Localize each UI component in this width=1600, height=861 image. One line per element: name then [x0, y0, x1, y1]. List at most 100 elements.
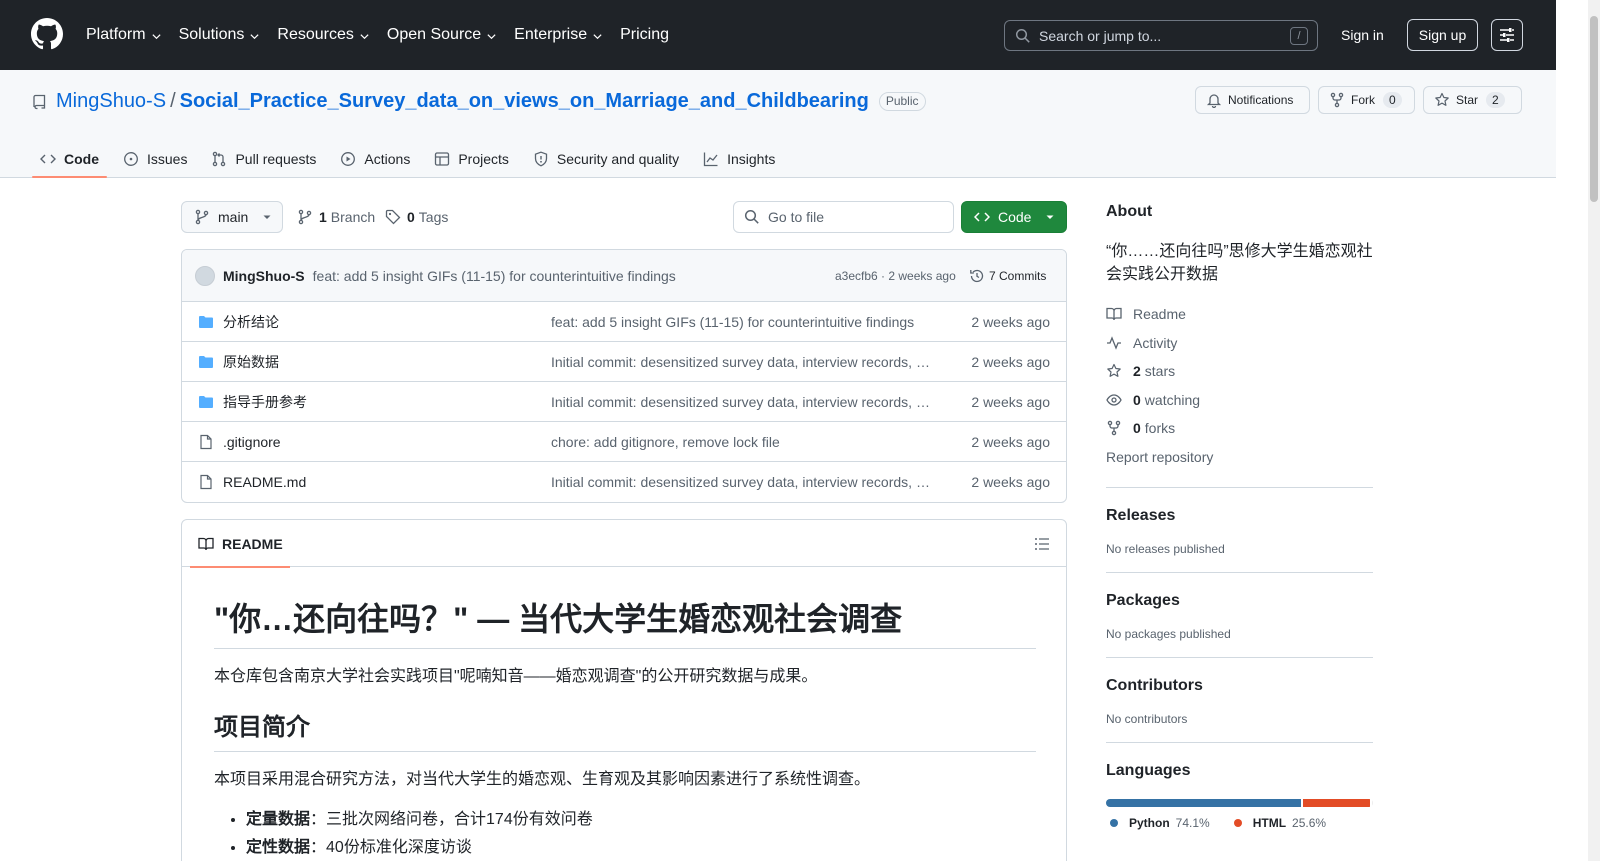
- language-item[interactable]: HTML 25.6%: [1233, 816, 1326, 830]
- file-name-link[interactable]: 指导手册参考: [223, 392, 307, 412]
- readme-tab[interactable]: README: [190, 520, 290, 568]
- file-commit-time: 2 weeks ago: [971, 353, 1050, 370]
- file-name-link[interactable]: README.md: [223, 474, 306, 490]
- go-to-file-placeholder: Go to file: [768, 209, 825, 225]
- file-commit-message[interactable]: Initial commit: desensitized survey data…: [551, 354, 936, 370]
- readme-section-text: 本项目采用混合研究方法，对当代大学生的婚恋观、生育观及其影响因素进行了系统性调查…: [214, 771, 871, 788]
- contributors-heading[interactable]: Contributors: [1106, 674, 1373, 698]
- commit-message[interactable]: feat: add 5 insight GIFs (11-15) for cou…: [313, 268, 676, 284]
- git-branch-icon: [195, 209, 209, 225]
- stars-link[interactable]: 2 stars: [1106, 357, 1373, 386]
- table-icon: [435, 152, 450, 166]
- list-item: 定量数据：三批次网络问卷，合计174份有效问卷: [246, 808, 1036, 832]
- file-name-link[interactable]: 分析结论: [223, 312, 279, 332]
- github-logo-icon[interactable]: [31, 18, 63, 50]
- file-commit-message[interactable]: Initial commit: desensitized survey data…: [551, 474, 936, 490]
- about-heading: About: [1106, 203, 1153, 220]
- readme-panel: README "你…还向往吗？" — 当代大学生婚恋观社会调查 本仓库包含南京大…: [181, 519, 1067, 861]
- chevron-down-icon: [250, 33, 259, 39]
- branch-count: 1: [319, 209, 327, 225]
- readme-content: "你…还向往吗？" — 当代大学生婚恋观社会调查 本仓库包含南京大学社会实践项目…: [214, 600, 1036, 861]
- commit-hash-time[interactable]: a3ecfb6 · 2 weeks ago: [835, 269, 956, 283]
- repo-name-link[interactable]: Social_Practice_Survey_data_on_views_on_…: [180, 90, 869, 113]
- nav-pricing[interactable]: Pricing: [620, 24, 669, 46]
- file-commit-message[interactable]: Initial commit: desensitized survey data…: [551, 394, 936, 410]
- scrollbar-thumb[interactable]: [1590, 16, 1598, 202]
- nav-resources[interactable]: Resources: [277, 24, 369, 46]
- code-button[interactable]: Code: [961, 201, 1067, 233]
- language-name: Python: [1129, 816, 1170, 830]
- nav-label: Open Source: [386, 26, 482, 43]
- notifications-button[interactable]: Notifications: [1195, 86, 1310, 114]
- avatar[interactable]: [195, 265, 215, 286]
- languages-section: Languages Python 74.1% HTML 25.6%: [1106, 742, 1373, 830]
- search-input[interactable]: Search or jump to... /: [1004, 20, 1318, 51]
- activity-link[interactable]: Activity: [1106, 329, 1373, 358]
- repo-description: “你……还向往吗”思修大学生婚恋观社会实践公开数据: [1106, 243, 1373, 283]
- file-commit-time: 2 weeks ago: [971, 313, 1050, 330]
- go-to-file-input[interactable]: Go to file: [733, 201, 954, 233]
- file-name-link[interactable]: 原始数据: [223, 352, 279, 372]
- file-row[interactable]: 指导手册参考 Initial commit: desensitized surve…: [182, 382, 1066, 422]
- sign-in-link[interactable]: Sign in: [1327, 19, 1398, 51]
- star-icon: [1435, 92, 1449, 106]
- branch-select[interactable]: main: [181, 201, 283, 233]
- git-pull-request-icon: [213, 151, 226, 167]
- tab-issues[interactable]: Issues: [115, 142, 195, 176]
- book-icon: [1106, 308, 1122, 321]
- commits-count: 7 Commits: [989, 268, 1047, 283]
- file-row[interactable]: 原始数据 Initial commit: desensitized survey …: [182, 342, 1066, 382]
- file-row[interactable]: README.md Initial commit: desensitized su…: [182, 462, 1066, 502]
- tab-label: Issues: [147, 151, 188, 167]
- tab-label: Actions: [364, 151, 411, 167]
- releases-empty: No releases published: [1106, 542, 1225, 556]
- repo-icon: [33, 94, 46, 109]
- list-unordered-icon[interactable]: [1034, 536, 1050, 552]
- nav-platform[interactable]: Platform: [86, 24, 162, 46]
- tab-insights[interactable]: Insights: [695, 142, 783, 176]
- star-button[interactable]: Star 2: [1423, 86, 1522, 114]
- star-label: Star: [1456, 93, 1479, 107]
- tab-projects[interactable]: Projects: [426, 142, 517, 176]
- chevron-down-icon: [593, 33, 602, 39]
- repo-owner-link[interactable]: MingShuo-S: [56, 90, 166, 113]
- page-scrollbar[interactable]: [1588, 0, 1600, 861]
- tab-pull-requests[interactable]: Pull requests: [203, 142, 324, 176]
- file-name-link[interactable]: .gitignore: [223, 434, 281, 450]
- repo-tabs: Code Issues Pull requests Actions Projec…: [32, 142, 791, 178]
- packages-heading[interactable]: Packages: [1106, 589, 1373, 613]
- file-row[interactable]: 分析结论 feat: add 5 insight GIFs (11-15) for…: [182, 302, 1066, 342]
- file-commit-message[interactable]: feat: add 5 insight GIFs (11-15) for cou…: [551, 314, 936, 330]
- branch-name: main: [218, 209, 249, 225]
- watching-link[interactable]: 0 watching: [1106, 386, 1373, 415]
- fork-button[interactable]: Fork 0: [1318, 86, 1415, 114]
- nav-enterprise[interactable]: Enterprise: [514, 24, 603, 46]
- commit-author[interactable]: MingShuo-S: [223, 268, 305, 284]
- git-branch-icon: [298, 209, 312, 225]
- releases-heading[interactable]: Releases: [1106, 504, 1373, 528]
- branches-link[interactable]: 1 Branch: [297, 209, 375, 225]
- search-placeholder: Search or jump to...: [1039, 27, 1162, 44]
- commits-link[interactable]: 7 Commits: [969, 268, 1046, 284]
- search-icon: [744, 209, 759, 224]
- tab-code[interactable]: Code: [32, 142, 107, 178]
- search-shortcut-key: /: [1290, 27, 1308, 45]
- language-item[interactable]: Python 74.1%: [1110, 816, 1210, 830]
- tags-link[interactable]: 0 Tags: [385, 209, 448, 225]
- nav-solutions[interactable]: Solutions: [179, 24, 261, 46]
- tag-label: Tags: [418, 209, 449, 225]
- tab-security[interactable]: Security and quality: [525, 142, 687, 176]
- sidebar-menu-button[interactable]: [1491, 19, 1523, 51]
- fork-count: 0: [1383, 92, 1402, 108]
- triangle-down-icon: [263, 215, 271, 219]
- readme-link[interactable]: Readme: [1106, 300, 1373, 329]
- forks-label: forks: [1144, 420, 1176, 437]
- nav-label: Resources: [277, 26, 354, 43]
- sign-up-button[interactable]: Sign up: [1407, 19, 1478, 51]
- file-commit-message[interactable]: chore: add gitignore, remove lock file: [551, 434, 936, 450]
- file-row[interactable]: .gitignore chore: add gitignore, remove l…: [182, 422, 1066, 462]
- nav-open-source[interactable]: Open Source: [387, 24, 497, 46]
- forks-link[interactable]: 0 forks: [1106, 414, 1373, 443]
- tab-actions[interactable]: Actions: [332, 142, 418, 176]
- report-repository-link[interactable]: Report repository: [1106, 443, 1373, 472]
